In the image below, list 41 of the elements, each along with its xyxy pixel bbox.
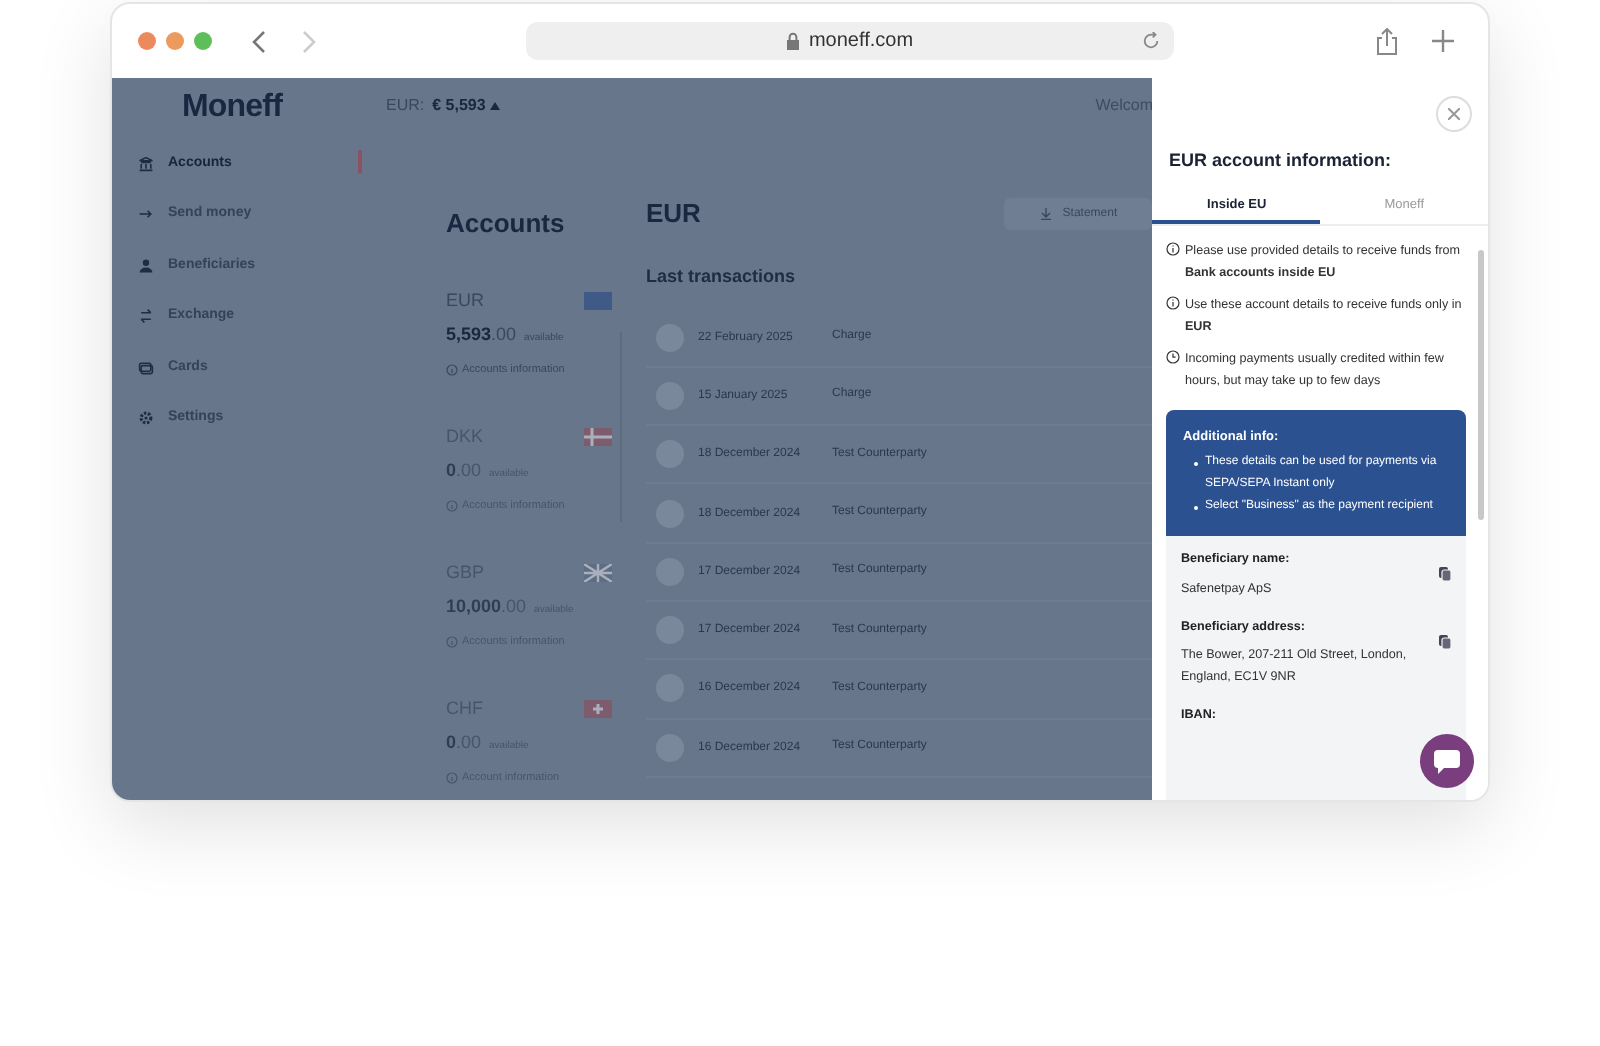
new-tab-icon[interactable] (1432, 30, 1454, 52)
chat-bubble-icon (1434, 749, 1460, 773)
panel-title: EUR account information: (1168, 148, 1393, 174)
close-window-icon[interactable] (138, 32, 156, 50)
currency-heading: EUR (646, 196, 701, 233)
transactions-heading: Last transactions (646, 264, 798, 290)
close-icon (1448, 108, 1460, 120)
share-icon[interactable] (1376, 27, 1398, 55)
info-icon (446, 363, 458, 376)
info-icon (446, 635, 458, 648)
cards-icon (138, 359, 154, 376)
caret-icon[interactable] (489, 101, 500, 109)
info-icon (446, 771, 458, 784)
address-bar[interactable]: moneff.com (526, 22, 1174, 60)
flag-icon (584, 291, 612, 310)
flag-icon (584, 563, 612, 582)
reload-icon[interactable] (1142, 32, 1160, 50)
person-icon (138, 257, 154, 274)
minimize-window-icon[interactable] (166, 32, 184, 50)
clock-icon (1166, 349, 1181, 363)
accounts-heading: Accounts (446, 206, 567, 242)
info-icon (1166, 241, 1181, 255)
back-icon[interactable] (252, 29, 268, 53)
url-text: moneff.com (808, 28, 914, 56)
settings-icon (138, 410, 154, 427)
exchange-icon (138, 308, 154, 325)
copy-icon[interactable] (1438, 633, 1452, 650)
copy-icon[interactable] (1438, 566, 1452, 583)
bank-icon (138, 155, 154, 172)
flag-icon (584, 427, 612, 446)
maximize-window-icon[interactable] (194, 32, 212, 50)
close-button[interactable] (1436, 96, 1472, 132)
download-icon (1040, 208, 1053, 220)
flag-icon (584, 699, 612, 718)
scrollbar-thumb[interactable] (1478, 249, 1484, 519)
balance-amount: € 5,593 (432, 93, 486, 117)
arrow-icon (138, 206, 154, 223)
logo: Moneff (180, 88, 285, 128)
lock-icon (786, 32, 801, 50)
info-icon (446, 499, 458, 512)
info-icon (1166, 295, 1181, 309)
